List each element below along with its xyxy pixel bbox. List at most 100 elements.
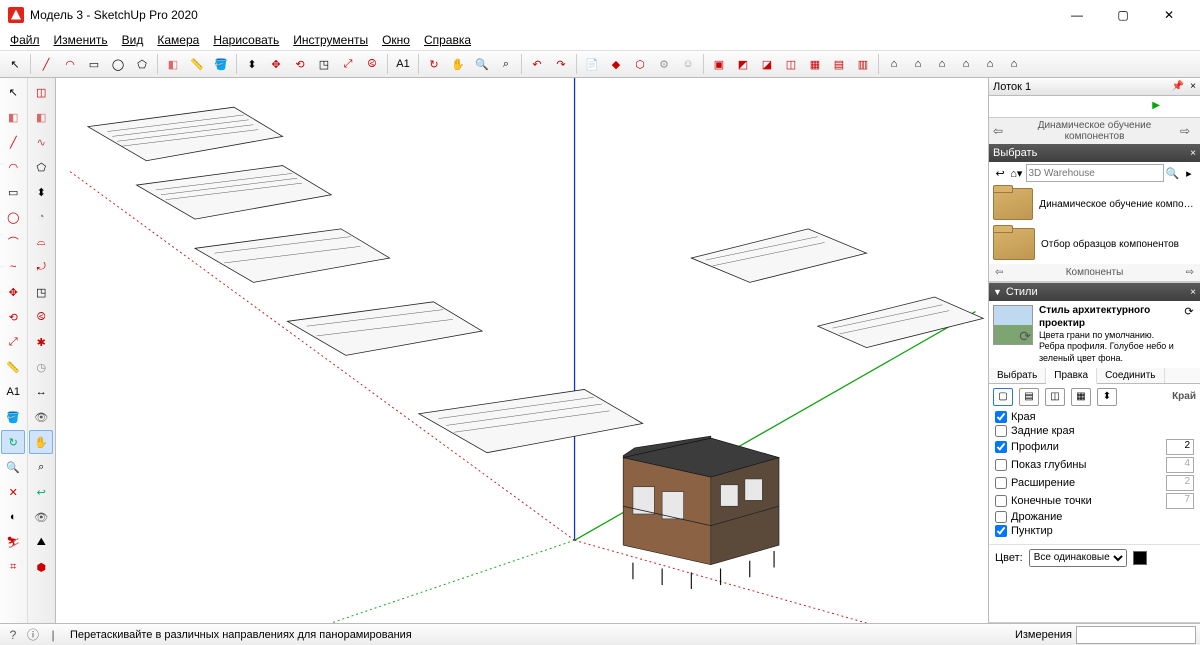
sand2-icon[interactable]: ⛰ <box>29 530 53 554</box>
look-icon[interactable]: 👁 <box>29 405 53 429</box>
view-left-icon[interactable]: ⌂ <box>1003 53 1025 75</box>
layers-icon[interactable]: ◆ <box>605 53 627 75</box>
tab-edit[interactable]: Правка <box>1046 368 1097 384</box>
paint-tool-icon[interactable]: 🪣 <box>210 53 232 75</box>
dimension-icon[interactable]: A1 <box>392 53 414 75</box>
protractor-icon[interactable]: ◷ <box>29 355 53 379</box>
style-refresh-icon[interactable]: ⟳ <box>1182 305 1196 364</box>
search-icon[interactable]: 🔍 <box>1166 167 1180 180</box>
nav-next2-icon[interactable]: ⇨ <box>1180 267 1200 278</box>
dyn-nav[interactable]: ⇦ Динамическое обучение компонентов ⇨ <box>989 118 1200 144</box>
menu-view[interactable]: Вид <box>116 31 150 49</box>
undo-icon[interactable]: ↶ <box>526 53 548 75</box>
expand-icon[interactable]: ▼ <box>993 287 1002 297</box>
arc-tool-icon[interactable]: ◠ <box>59 53 81 75</box>
outliner-icon[interactable]: 📄 <box>581 53 603 75</box>
zoom2-icon[interactable]: 🔍 <box>1 455 25 479</box>
walk-icon[interactable]: ⛷ <box>1 530 25 554</box>
pin-icon[interactable]: 📌 <box>1172 81 1184 92</box>
view-back-icon[interactable]: ⌂ <box>979 53 1001 75</box>
arc2-icon[interactable]: ◠ <box>1 155 25 179</box>
menu-file[interactable]: Файл <box>4 31 46 49</box>
color-swatch[interactable] <box>1133 551 1147 565</box>
component-item[interactable]: Отбор образцов компонентов <box>989 224 1200 264</box>
section-icon[interactable]: ◐ <box>1 505 25 529</box>
zoom-extents-icon[interactable]: ⌕ <box>495 53 517 75</box>
nav-prev-icon[interactable]: ⇦ <box>993 124 1003 138</box>
nav-next-icon[interactable]: ⇨ <box>1180 124 1190 138</box>
more-icon[interactable]: ▸ <box>1182 167 1196 180</box>
prevview-icon[interactable]: ↩ <box>29 480 53 504</box>
minimize-button[interactable]: — <box>1054 0 1100 30</box>
tab-select[interactable]: Выбрать <box>989 368 1046 383</box>
arc3-icon[interactable]: ⌒ <box>1 230 25 254</box>
nav-back-icon[interactable]: ↩ <box>993 167 1007 180</box>
color-select[interactable]: Все одинаковые <box>1029 549 1127 567</box>
panel-styles[interactable]: ▼ Стили × <box>989 283 1200 301</box>
geo-icon[interactable]: ⓘ <box>24 626 42 644</box>
solid-1-icon[interactable]: ▣ <box>708 53 730 75</box>
paint2-icon[interactable]: 🪣 <box>1 405 25 429</box>
redo-icon[interactable]: ↷ <box>550 53 572 75</box>
text-icon[interactable]: A1 <box>1 380 25 404</box>
solid-6-icon[interactable]: ▤ <box>828 53 850 75</box>
line-tool-icon[interactable]: ╱ <box>35 53 57 75</box>
sand3-icon[interactable]: ⬢ <box>29 555 53 579</box>
pan-icon[interactable]: ✋ <box>447 53 469 75</box>
menu-draw[interactable]: Нарисовать <box>207 31 285 49</box>
solid-4-icon[interactable]: ◫ <box>780 53 802 75</box>
checkbox-Расширение[interactable] <box>995 477 1007 489</box>
solid-3-icon[interactable]: ◪ <box>756 53 778 75</box>
scale-icon[interactable]: ⤢ <box>337 53 359 75</box>
model-mode-icon[interactable]: ⬍ <box>1097 388 1117 406</box>
freehand-icon[interactable]: ~ <box>1 255 25 279</box>
solid-7-icon[interactable]: ▥ <box>852 53 874 75</box>
material-icon[interactable]: ◧ <box>29 105 53 129</box>
pushpull-icon[interactable]: ⬍ <box>241 53 263 75</box>
tray-header[interactable]: Лоток 1 📌 × <box>989 78 1200 96</box>
offset-icon[interactable]: ⧀ <box>361 53 383 75</box>
tab-mix[interactable]: Соединить <box>1097 368 1164 383</box>
axes-icon[interactable]: ✱ <box>29 330 53 354</box>
solid-5-icon[interactable]: ▦ <box>804 53 826 75</box>
arc4-icon[interactable]: ⌓ <box>29 230 53 254</box>
check-value[interactable]: 2 <box>1166 439 1194 455</box>
credit-icon[interactable]: | <box>44 626 62 644</box>
position-camera-icon[interactable]: ✕ <box>1 480 25 504</box>
checkbox-Профили[interactable] <box>995 441 1007 453</box>
pan2-icon[interactable]: ✋ <box>29 430 53 454</box>
viewport[interactable] <box>56 78 988 623</box>
checkbox-Пунктир[interactable] <box>995 525 1007 537</box>
move-icon[interactable]: ✥ <box>265 53 287 75</box>
orbit2-icon[interactable]: ↻ <box>1 430 25 454</box>
bg-mode-icon[interactable]: ◫ <box>1045 388 1065 406</box>
view-iso-icon[interactable]: ⌂ <box>883 53 905 75</box>
select-tool-icon[interactable]: ↖ <box>4 53 26 75</box>
checkbox-Конечные точки[interactable] <box>995 495 1007 507</box>
help-icon[interactable]: ? <box>4 626 22 644</box>
scale2-icon[interactable]: ⤢ <box>1 330 25 354</box>
pie-icon[interactable]: ◔ <box>29 205 53 229</box>
menu-window[interactable]: Окно <box>376 31 416 49</box>
polygon2-icon[interactable]: ⬠ <box>29 155 53 179</box>
rect2-icon[interactable]: ▭ <box>1 180 25 204</box>
offset2-icon[interactable]: ⧀ <box>29 305 53 329</box>
eraser-icon[interactable]: ◧ <box>1 105 25 129</box>
checkbox-Края[interactable] <box>995 411 1007 423</box>
solid-2-icon[interactable]: ◩ <box>732 53 754 75</box>
search-input[interactable] <box>1026 164 1164 182</box>
measurements-input[interactable] <box>1076 626 1196 644</box>
rotate-icon[interactable]: ⟲ <box>289 53 311 75</box>
menu-edit[interactable]: Изменить <box>48 31 114 49</box>
view-right-icon[interactable]: ⌂ <box>955 53 977 75</box>
tape2-icon[interactable]: 📏 <box>1 355 25 379</box>
select-icon[interactable]: ↖ <box>1 80 25 104</box>
sandbox-icon[interactable]: ⌗ <box>1 555 25 579</box>
rect-tool-icon[interactable]: ▭ <box>83 53 105 75</box>
checkbox-Дрожание[interactable] <box>995 511 1007 523</box>
polygon-tool-icon[interactable]: ⬠ <box>131 53 153 75</box>
style-thumbnail[interactable] <box>993 305 1033 345</box>
component-icon[interactable]: ◫ <box>29 80 53 104</box>
view-front-icon[interactable]: ⌂ <box>931 53 953 75</box>
extension-icon[interactable]: ⚙ <box>653 53 675 75</box>
